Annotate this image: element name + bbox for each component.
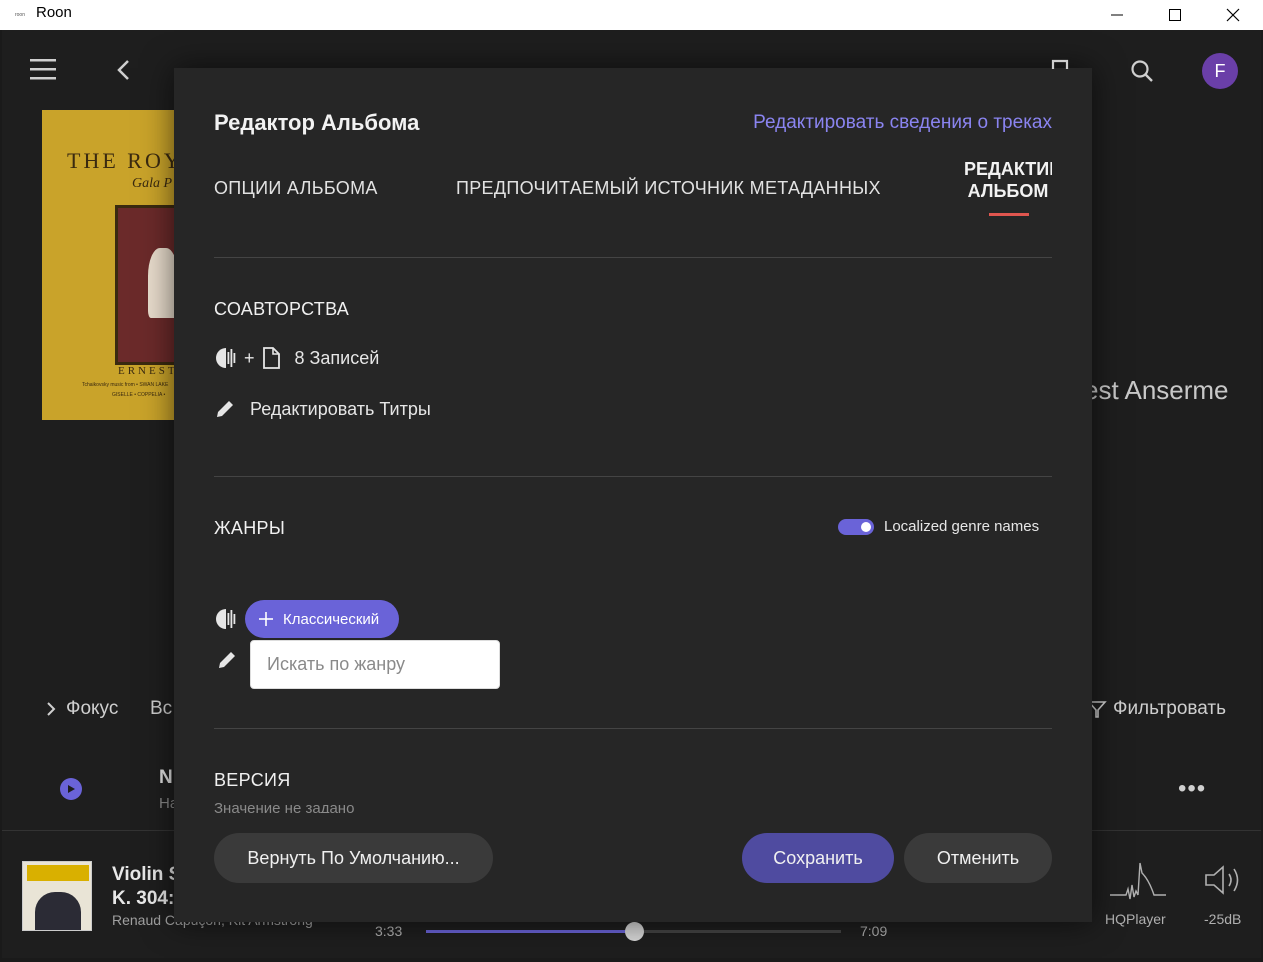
active-tab-indicator xyxy=(989,213,1029,216)
speaker-icon[interactable] xyxy=(1204,863,1244,897)
filter-button[interactable]: Фильтровать xyxy=(1087,698,1226,720)
credits-summary: + 8 Записей xyxy=(214,346,379,370)
half-circle-waveform-icon xyxy=(216,609,236,629)
seek-knob[interactable] xyxy=(624,922,644,941)
hamburger-icon[interactable] xyxy=(30,58,56,80)
cover-text: Tchaikovsky music from • SWAN LAKE xyxy=(82,382,169,388)
album-editor-dialog: Редактор Альбома Редактировать сведения … xyxy=(174,68,1092,922)
track-play-button[interactable] xyxy=(60,778,82,800)
bookmark-icon[interactable] xyxy=(1051,59,1069,69)
chevron-right-icon xyxy=(47,702,56,716)
more-options-button[interactable]: ••• xyxy=(1178,775,1206,803)
window-titlebar: roon Roon xyxy=(0,0,1263,30)
credits-heading: СОАВТОРСТВА xyxy=(214,299,350,319)
records-count: 8 Записей xyxy=(294,347,380,368)
divider xyxy=(214,476,1052,477)
divider xyxy=(214,728,1052,729)
maximize-button[interactable] xyxy=(1146,0,1204,30)
half-circle-waveform-icon xyxy=(216,348,236,368)
cover-text: GISELLE • COPPELIA • xyxy=(112,392,166,398)
version-heading: ВЕРСИЯ xyxy=(214,770,291,790)
volume-value[interactable]: -25dB xyxy=(1204,911,1241,927)
seek-bar[interactable] xyxy=(426,922,841,941)
genre-chip[interactable]: Классический xyxy=(245,600,400,638)
dialog-footer: Вернуть По Умолчанию... Сохранить Отмени… xyxy=(174,813,1092,922)
window-title: Roon xyxy=(36,4,72,21)
cover-image xyxy=(115,205,182,365)
elapsed-time: 3:33 xyxy=(375,923,403,939)
genres-heading: ЖАНРЫ xyxy=(214,518,286,538)
plus-icon xyxy=(259,612,273,626)
track-title[interactable]: N xyxy=(159,767,173,789)
pencil-icon xyxy=(219,652,235,668)
play-icon xyxy=(68,785,75,793)
plus-sign: + xyxy=(244,347,255,368)
all-tab[interactable]: Вс xyxy=(150,698,172,720)
zone-name[interactable]: HQPlayer xyxy=(1105,911,1166,927)
seek-bar-fill xyxy=(426,930,634,933)
cover-artist: ERNEST xyxy=(118,365,178,377)
dialog-title: Редактор Альбома xyxy=(214,110,420,135)
edit-credits-label: Редактировать Титры xyxy=(250,398,431,419)
genre-search-input[interactable]: Искать по жанру xyxy=(250,640,500,689)
cancel-button[interactable]: Отменить xyxy=(904,833,1052,883)
localized-genre-toggle[interactable]: Localized genre names xyxy=(838,518,1039,535)
hqplayer-icon[interactable] xyxy=(1108,861,1168,905)
cover-subtitle: Gala P xyxy=(132,176,173,191)
focus-button[interactable]: Фокус xyxy=(46,698,118,720)
reset-defaults-button[interactable]: Вернуть По Умолчанию... xyxy=(214,833,493,883)
search-icon[interactable] xyxy=(1130,59,1154,83)
app-window: F THE ROY Gala P ERNEST Tchaikovsky musi… xyxy=(2,30,1261,958)
toggle-switch[interactable] xyxy=(838,518,874,535)
tab-metadata-source[interactable]: ПРЕДПОЧИТАЕМЫЙ ИСТОЧНИК МЕТАДАННЫХ xyxy=(456,178,881,199)
total-time: 7:09 xyxy=(860,923,888,939)
minimize-icon xyxy=(1111,14,1123,16)
album-artist[interactable]: est Anserme xyxy=(1084,375,1229,406)
close-window-button[interactable] xyxy=(1204,0,1262,30)
minimize-button[interactable] xyxy=(1088,0,1146,30)
genre-chip-label: Классический xyxy=(283,610,380,628)
edit-credits-button[interactable]: Редактировать Титры xyxy=(214,398,431,420)
file-icon xyxy=(262,347,280,369)
tab-edit-album[interactable]: РЕДАКТИРОВАТЬ АЛЬБОМ xyxy=(964,158,1052,218)
filter-label: Фильтровать xyxy=(1113,698,1227,719)
edit-tracks-link[interactable]: Редактировать сведения о треках xyxy=(753,112,1052,134)
pencil-icon xyxy=(217,401,233,417)
avatar[interactable]: F xyxy=(1202,53,1238,89)
tab-album-options[interactable]: ОПЦИИ АЛЬБОМА xyxy=(214,178,378,199)
album-cover: THE ROY Gala P ERNEST Tchaikovsky music … xyxy=(42,110,182,420)
now-playing-title[interactable]: Violin S xyxy=(112,864,181,886)
now-playing-cover[interactable] xyxy=(22,861,92,931)
cover-title: THE ROY xyxy=(67,148,182,173)
save-button[interactable]: Сохранить xyxy=(742,833,894,883)
app-logo: roon xyxy=(14,12,25,18)
chevron-left-icon[interactable] xyxy=(116,59,130,81)
divider xyxy=(214,257,1052,258)
maximize-icon xyxy=(1169,9,1181,21)
toggle-label: Localized genre names xyxy=(884,518,1040,535)
focus-label: Фокус xyxy=(66,698,119,719)
close-icon xyxy=(1226,8,1240,22)
now-playing-title-line2[interactable]: K. 304: xyxy=(112,888,174,910)
